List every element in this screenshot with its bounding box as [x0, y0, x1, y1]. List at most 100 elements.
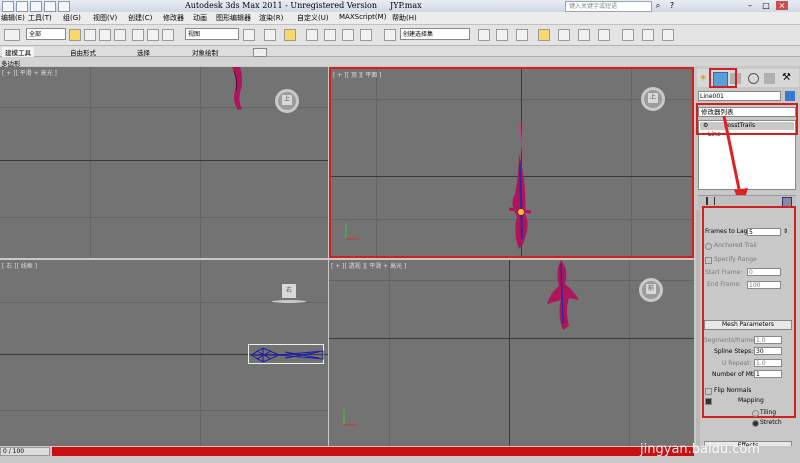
select-by-name-icon[interactable] [84, 29, 96, 41]
window-crossing-icon[interactable] [114, 29, 126, 41]
viewport-top-right[interactable]: [ + ][ 顶 ][ 平面 ] 上 [329, 67, 694, 258]
curve-editor-icon[interactable] [558, 29, 570, 41]
viewcube[interactable]: 右 [272, 282, 306, 304]
object-name-input[interactable]: Line001 [698, 91, 781, 101]
menu-tools[interactable]: 工具(T) [28, 13, 52, 23]
pivot-icon[interactable] [243, 29, 255, 41]
save-icon[interactable] [44, 1, 56, 12]
spinner-icon[interactable]: ⇕ [783, 228, 788, 235]
link-icon[interactable] [4, 29, 20, 41]
start-frame-input[interactable]: 0 [747, 268, 781, 276]
menu-group[interactable]: 组(G) [63, 13, 81, 23]
tiling-radio[interactable] [752, 410, 759, 417]
flip-normals-checkbox[interactable] [705, 388, 712, 395]
utilities-tab-icon[interactable]: ⚒ [782, 72, 794, 84]
viewcube[interactable]: 上 [641, 87, 665, 111]
viewcube[interactable]: 前 [639, 278, 663, 302]
menu-modifiers[interactable]: 修改器 [163, 13, 184, 23]
schematic-view-icon[interactable] [578, 29, 590, 41]
motion-tab-icon[interactable] [748, 73, 759, 84]
edit-named-selection-icon[interactable] [384, 29, 396, 41]
specify-range-checkbox[interactable] [705, 257, 712, 264]
stretch-radio[interactable] [752, 420, 759, 427]
spline-steps-input[interactable]: 30 [754, 347, 782, 355]
scale-icon[interactable] [162, 29, 174, 41]
num-mtls-input[interactable]: 1 [754, 370, 782, 378]
reference-coordinate-dropdown[interactable]: 视图 [185, 28, 239, 40]
menu-help[interactable]: 帮助(H) [392, 13, 417, 23]
region-select-icon[interactable] [99, 29, 111, 41]
snap-3d-icon[interactable] [306, 29, 318, 41]
object-color-swatch[interactable] [785, 91, 795, 101]
frames-to-lag-input[interactable]: 5 [747, 228, 781, 236]
menu-maxscript[interactable]: MAXScript(M) [339, 13, 386, 21]
viewport-label[interactable]: [ 右 ][ 线框 ] [2, 261, 37, 270]
layer-manager-icon[interactable] [516, 29, 528, 41]
watermark-url: jingyan.baidu.com [640, 442, 760, 457]
time-slider-frame[interactable]: 0 / 100 [0, 447, 50, 456]
time-slider-track[interactable] [52, 447, 694, 456]
sword-object[interactable] [228, 67, 248, 111]
panel-scrollbar[interactable] [696, 210, 700, 450]
end-frame-input[interactable]: 100 [747, 281, 781, 289]
u-repeat-input[interactable]: 1.0 [754, 359, 782, 367]
tab-selection[interactable]: 选择 [137, 47, 150, 57]
viewport-label[interactable]: [ + ][ 顶 ][ 平面 ] [333, 70, 382, 79]
mapping-checkbox[interactable] [705, 398, 712, 405]
mesh-parameters-rollout[interactable]: Mesh Parameters [704, 320, 792, 330]
new-icon[interactable] [16, 1, 28, 12]
mirror-icon[interactable] [478, 29, 490, 41]
rendered-frame-icon[interactable] [642, 29, 654, 41]
close-button[interactable]: × [776, 1, 788, 10]
pin-stack-icon[interactable] [706, 197, 715, 205]
material-editor-icon[interactable] [598, 29, 610, 41]
maximize-button[interactable]: □ [760, 1, 772, 10]
graphite-tools-icon[interactable] [538, 29, 550, 41]
menu-edit[interactable]: 编辑(E) [1, 13, 25, 23]
menu-rendering[interactable]: 渲染(R) [259, 13, 283, 23]
undo-icon[interactable] [58, 1, 70, 12]
rotate-icon[interactable] [147, 29, 159, 41]
menu-create[interactable]: 创建(C) [128, 13, 152, 23]
select-manipulate-icon[interactable] [264, 29, 276, 41]
viewport-top-left[interactable]: [ + ][ 平滑 + 高光 ] 上 [0, 67, 328, 258]
named-selection-dropdown[interactable]: 创建选择集 [400, 28, 470, 40]
help-icon[interactable]: ? [666, 1, 678, 10]
segments-input[interactable]: 1.0 [754, 336, 782, 344]
angle-snap-icon[interactable] [324, 29, 336, 41]
menu-views[interactable]: 视图(V) [93, 13, 117, 23]
sword-object[interactable] [539, 260, 583, 332]
spinner-snap-icon[interactable] [360, 29, 372, 41]
start-frame-label: Start Frame: [705, 269, 743, 276]
sword-wireframe[interactable] [248, 344, 324, 364]
render-setup-icon[interactable] [622, 29, 634, 41]
viewport-bottom-left[interactable]: [ 右 ][ 线框 ] 右 [0, 260, 328, 446]
sword-object[interactable] [501, 124, 537, 254]
tab-modeling-tools[interactable]: 建模工具 [2, 47, 34, 57]
app-icon[interactable] [2, 1, 14, 12]
viewport-label[interactable]: [ + ][ 平滑 + 高光 ] [2, 68, 57, 77]
move-icon[interactable] [132, 29, 144, 41]
selection-filter-dropdown[interactable]: 全部 [26, 28, 66, 40]
flip-normals-label: Flip Normals [714, 387, 752, 394]
align-icon[interactable] [496, 29, 508, 41]
percent-snap-icon[interactable] [342, 29, 354, 41]
select-object-icon[interactable] [69, 29, 81, 41]
display-tab-icon[interactable] [764, 73, 775, 84]
search-icon[interactable]: ⌕ [652, 1, 664, 10]
tab-freeform[interactable]: 自由形式 [70, 47, 96, 57]
menu-animation[interactable]: 动画 [193, 13, 207, 23]
minimize-button[interactable]: – [744, 1, 756, 10]
anchored-trail-radio[interactable] [705, 243, 712, 250]
search-input[interactable]: 键入关键字或短语 [565, 1, 652, 12]
menu-customize[interactable]: 自定义(U) [297, 13, 329, 23]
viewcube[interactable]: 上 [275, 89, 299, 113]
viewport-label[interactable]: [ + ][ 透视 ][ 平滑 + 高光 ] [331, 261, 406, 270]
viewport-bottom-right[interactable]: [ + ][ 透视 ][ 平滑 + 高光 ] 前 [329, 260, 694, 446]
tab-object-paint[interactable]: 对象绘制 [192, 47, 218, 57]
render-icon[interactable] [662, 29, 674, 41]
keyboard-shortcut-icon[interactable] [284, 29, 296, 41]
menu-graph-editors[interactable]: 图形编辑器 [216, 13, 251, 23]
ribbon-options-icon[interactable] [253, 48, 267, 57]
open-icon[interactable] [30, 1, 42, 12]
